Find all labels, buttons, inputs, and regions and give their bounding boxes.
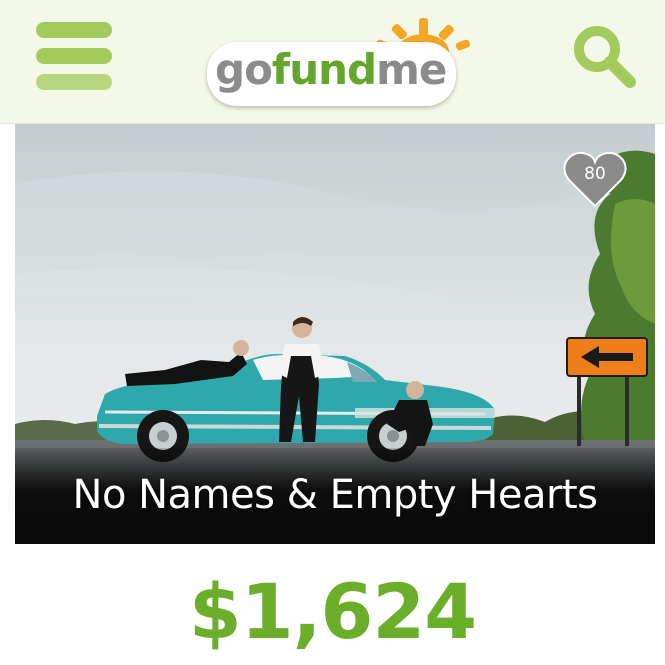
- amount-raised: $1,624: [188, 567, 477, 656]
- search-icon[interactable]: [570, 22, 638, 88]
- logo-wordmark: gofundme: [207, 42, 457, 106]
- menu-button[interactable]: [36, 20, 112, 92]
- logo-text-go: go: [215, 45, 273, 94]
- menu-icon-bar: [36, 48, 112, 64]
- menu-icon-bar: [36, 74, 112, 90]
- campaign-title[interactable]: No Names & Empty Hearts: [15, 472, 655, 518]
- menu-icon-bar: [36, 22, 112, 38]
- logo-text-me: me: [376, 45, 447, 94]
- like-count: 80: [584, 164, 606, 184]
- campaign-image-card[interactable]: No Names & Empty Hearts 80: [15, 124, 655, 544]
- gofundme-logo[interactable]: gofundme: [203, 14, 475, 106]
- top-header: gofundme: [0, 0, 665, 124]
- logo-text-fund: fund: [271, 45, 377, 94]
